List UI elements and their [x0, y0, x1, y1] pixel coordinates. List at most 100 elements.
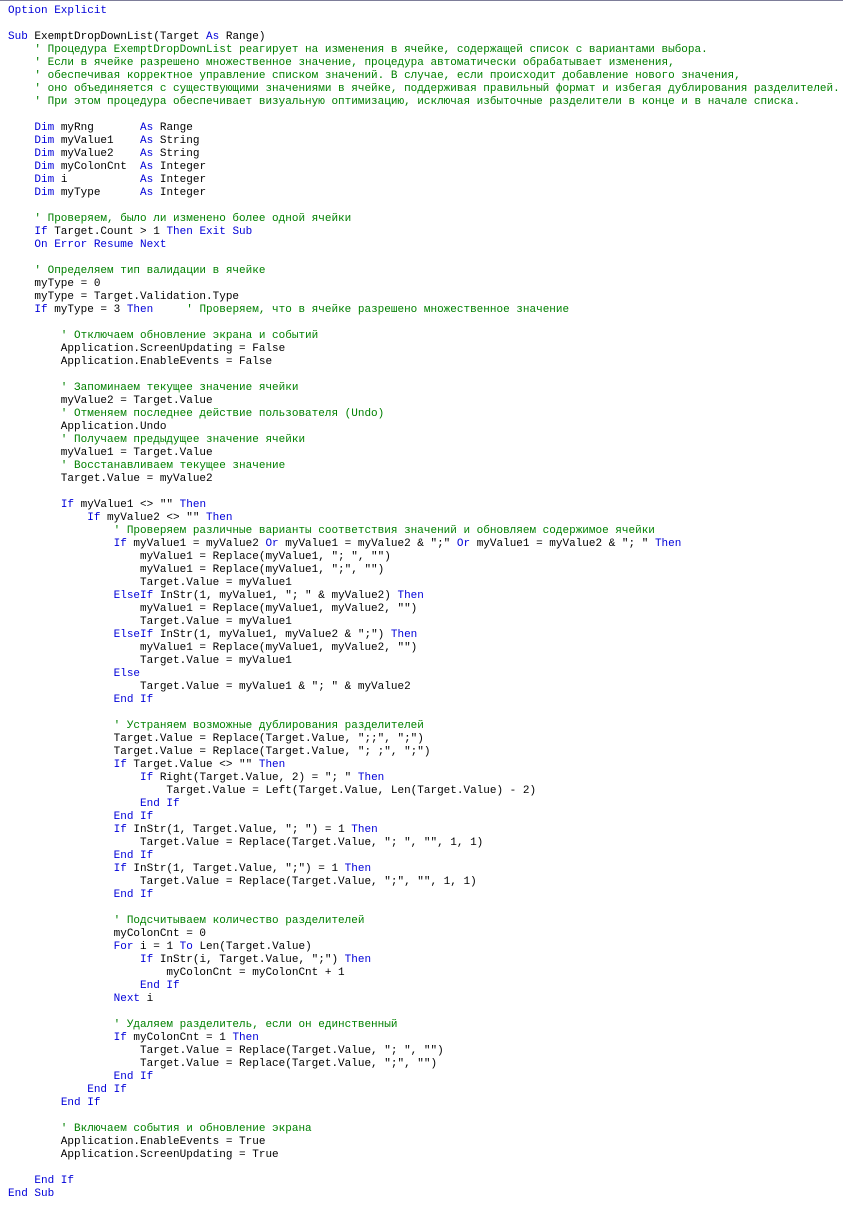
- code-text: myValue1 = Target.Value: [8, 447, 213, 459]
- code-text: myValue1 = Replace(myValue1, ";", ""): [8, 564, 384, 576]
- keyword-end-if: End If: [114, 811, 154, 823]
- code-text: i = 1: [133, 941, 179, 953]
- code-text: i: [140, 993, 153, 1005]
- keyword-end-if: End If: [114, 694, 154, 706]
- code-text: myValue1 = Replace(myValue1, "; ", ""): [8, 551, 391, 563]
- keyword-elseif: ElseIf: [114, 590, 154, 602]
- comment-line: ' Получаем предыдущее значение ячейки: [8, 434, 305, 446]
- comment-line: ' Отключаем обновление экрана и событий: [8, 330, 318, 342]
- dim-type: String: [153, 148, 199, 160]
- dim-name: myColonCnt: [54, 161, 140, 173]
- code-text: myType = 3: [48, 304, 127, 316]
- code-text: Target.Value = Replace(Target.Value, ";;…: [8, 733, 424, 745]
- comment-line: ' оно объединяется с существующими значе…: [8, 83, 840, 95]
- code-text: Target.Count > 1: [48, 226, 167, 238]
- code-text: myColonCnt = myColonCnt + 1: [8, 967, 345, 979]
- keyword-then: Then: [127, 304, 153, 316]
- dim-type: Integer: [153, 161, 206, 173]
- code-text: InStr(1, Target.Value, ";") = 1: [127, 863, 345, 875]
- keyword-as: As: [206, 31, 219, 43]
- code-text: Application.Undo: [8, 421, 166, 433]
- keyword-then: Then: [397, 590, 423, 602]
- code-text: Application.EnableEvents = False: [8, 356, 272, 368]
- keyword-dim: Dim: [34, 148, 54, 160]
- keyword-as: As: [140, 148, 153, 160]
- keyword-option-explicit: Option Explicit: [8, 5, 107, 17]
- keyword-then: Then: [166, 226, 192, 238]
- keyword-if: If: [114, 863, 127, 875]
- keyword-dim: Dim: [34, 187, 54, 199]
- code-text: Application.ScreenUpdating = False: [8, 343, 285, 355]
- keyword-else: Else: [114, 668, 140, 680]
- comment-line: ' При этом процедура обеспечивает визуал…: [8, 96, 800, 108]
- keyword-end-if: End If: [114, 889, 154, 901]
- code-text: myValue1 = Replace(myValue1, myValue2, "…: [8, 603, 417, 615]
- keyword-end-if: End If: [87, 1084, 127, 1096]
- keyword-if: If: [114, 759, 127, 771]
- comment-line: ' обеспечивая корректное управление спис…: [8, 70, 741, 82]
- keyword-end-if: End If: [114, 850, 154, 862]
- comment-inline: ' Проверяем, что в ячейке разрешено множ…: [153, 304, 569, 316]
- keyword-if: If: [140, 954, 153, 966]
- dim-name: myValue2: [54, 148, 140, 160]
- keyword-if: If: [114, 824, 127, 836]
- keyword-end-if: End If: [140, 798, 180, 810]
- code-text: InStr(i, Target.Value, ";"): [153, 954, 344, 966]
- code-text: Target.Value <> "": [127, 759, 259, 771]
- comment-line: ' Восстанавливаем текущее значение: [8, 460, 285, 472]
- dim-name: myRng: [54, 122, 140, 134]
- code-text: Target.Value = Left(Target.Value, Len(Ta…: [8, 785, 536, 797]
- comment-line: ' Подсчитываем количество разделителей: [8, 915, 364, 927]
- comment-line: ' Удаляем разделитель, если он единствен…: [8, 1019, 397, 1031]
- keyword-dim: Dim: [34, 161, 54, 173]
- code-text: Target.Value = Replace(Target.Value, ";"…: [8, 876, 477, 888]
- keyword-end-sub: End Sub: [8, 1188, 54, 1200]
- code-text: Right(Target.Value, 2) = "; ": [153, 772, 358, 784]
- code-text: myValue1 <> "": [74, 499, 180, 511]
- code-text: Application.ScreenUpdating = True: [8, 1149, 279, 1161]
- code-text: Target.Value = Replace(Target.Value, ";"…: [8, 1058, 437, 1070]
- sub-name: ExemptDropDownList(Target: [28, 31, 206, 43]
- keyword-dim: Dim: [34, 174, 54, 186]
- code-text: Application.EnableEvents = True: [8, 1136, 265, 1148]
- comment-line: ' Запоминаем текущее значение ячейки: [8, 382, 298, 394]
- comment-line: ' Устраняем возможные дублирования разде…: [8, 720, 424, 732]
- keyword-as: As: [140, 161, 153, 173]
- dim-name: myType: [54, 187, 140, 199]
- dim-name: i: [54, 174, 140, 186]
- comment-line: ' Включаем события и обновление экрана: [8, 1123, 312, 1135]
- comment-line: ' Отменяем последнее действие пользовате…: [8, 408, 384, 420]
- comment-line: ' Определяем тип валидации в ячейке: [8, 265, 265, 277]
- keyword-if: If: [61, 499, 74, 511]
- code-text: Len(Target.Value): [193, 941, 312, 953]
- code-text: myType = Target.Validation.Type: [8, 291, 239, 303]
- code-text: myValue1 = Replace(myValue1, myValue2, "…: [8, 642, 417, 654]
- code-text: myType = 0: [8, 278, 100, 290]
- keyword-if: If: [87, 512, 100, 524]
- keyword-if: If: [34, 304, 47, 316]
- code-text: InStr(1, Target.Value, "; ") = 1: [127, 824, 351, 836]
- code-text: Target.Value = myValue1 & "; " & myValue…: [8, 681, 411, 693]
- keyword-then: Then: [232, 1032, 258, 1044]
- keyword-end-if: End If: [114, 1071, 154, 1083]
- dim-name: myValue1: [54, 135, 140, 147]
- keyword-exit-sub: Exit Sub: [193, 226, 252, 238]
- dim-type: String: [153, 135, 199, 147]
- code-text: Target.Value = myValue1: [8, 655, 292, 667]
- keyword-sub: Sub: [8, 31, 28, 43]
- dim-type: Range: [153, 122, 193, 134]
- code-text: InStr(1, myValue1, myValue2 & ";"): [153, 629, 391, 641]
- code-text: Target.Value = myValue1: [8, 616, 292, 628]
- keyword-then: Then: [345, 954, 371, 966]
- comment-line: ' Процедура ExemptDropDownList реагирует…: [8, 44, 708, 56]
- keyword-end-if: End If: [34, 1175, 74, 1187]
- keyword-to: To: [180, 941, 193, 953]
- keyword-then: Then: [180, 499, 206, 511]
- code-text: Target.Value = Replace(Target.Value, "; …: [8, 837, 483, 849]
- keyword-end-if: End If: [140, 980, 180, 992]
- code-text: Target.Value = myValue1: [8, 577, 292, 589]
- keyword-dim: Dim: [34, 135, 54, 147]
- keyword-as: As: [140, 122, 153, 134]
- code-text: myValue1 = myValue2 & "; ": [470, 538, 655, 550]
- keyword-for: For: [114, 941, 134, 953]
